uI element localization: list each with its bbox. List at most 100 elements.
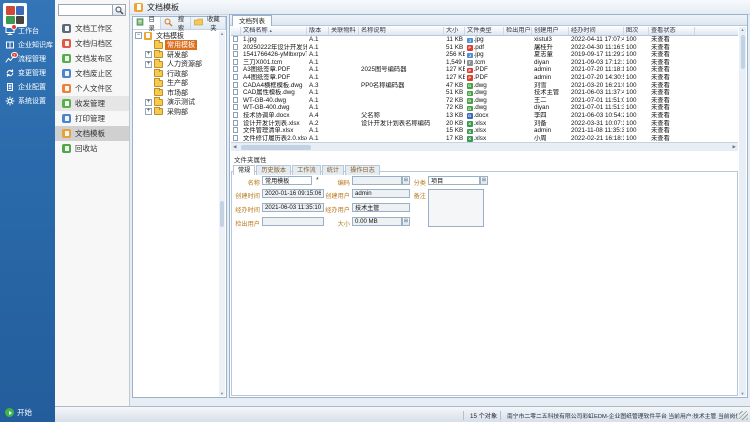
column-header[interactable]: 文档名称▲ — [241, 27, 307, 35]
file-row[interactable]: WT-GB-400.dwgA.172 KBD.dwgdiyan2021-07-0… — [231, 104, 738, 112]
tree-node[interactable]: +演示测试 — [135, 98, 218, 108]
tree-node[interactable]: +采购部 — [135, 107, 218, 117]
category-browse-button[interactable]: ⊞ — [480, 176, 488, 185]
created-time-field[interactable] — [262, 189, 324, 198]
sidebar-item-5[interactable]: 收发管理 — [55, 96, 129, 111]
sidebar-item-2[interactable]: 文档发布区 — [55, 51, 129, 66]
code-field[interactable] — [352, 176, 402, 185]
cell-version: A.1 — [307, 66, 329, 74]
sidebar-item-6[interactable]: 打印管理 — [55, 111, 129, 126]
scroll-left-icon[interactable]: ◀ — [233, 144, 236, 150]
scroll-right-icon[interactable]: ▶ — [733, 144, 736, 150]
properties-tab-1[interactable]: 历史版本 — [256, 165, 291, 175]
properties-tab-0[interactable]: 常规 — [233, 165, 255, 175]
file-row[interactable]: 文件修订履历表2.0.xlsxA.117 KBX.xlsx小周2022-02-2… — [231, 135, 738, 143]
scroll-thumb[interactable] — [220, 201, 224, 227]
cell-status: 未查看 — [649, 44, 695, 52]
column-header[interactable]: 创建用户 — [532, 27, 569, 35]
tree-node[interactable]: +行政部 — [135, 69, 218, 79]
column-header[interactable]: 文件类型 — [465, 27, 504, 35]
file-row[interactable]: 技术协调单.docxA.4父名称13 KBD.docx李四2021-06-03 … — [231, 112, 738, 120]
panel-scrollbar[interactable]: ▲ ▼ — [739, 27, 746, 396]
sidebar-search — [58, 4, 126, 16]
search-input[interactable] — [58, 4, 113, 16]
sidebar-item-3[interactable]: 文档废止区 — [55, 66, 129, 81]
nav-item-settings[interactable]: 系统设置 — [0, 94, 55, 108]
file-row[interactable]: 1.jpgA.111 KBJ.jpgxistul32022-04-11 17:0… — [231, 36, 738, 44]
scroll-thumb[interactable] — [241, 145, 311, 150]
cell-desc — [359, 104, 444, 112]
expand-icon[interactable]: + — [145, 61, 152, 68]
sidebar-item-1[interactable]: 文档归档区 — [55, 36, 129, 51]
search-button[interactable] — [113, 4, 126, 16]
cell-checkout — [504, 44, 532, 52]
start-button[interactable]: 开始 — [5, 407, 32, 418]
handle-user-field[interactable] — [352, 203, 410, 212]
file-row[interactable]: 设计开发计划表.xlsxA.2设计开发计划表名称编码20 KBX.xlsx刘备2… — [231, 120, 738, 128]
scroll-down-icon[interactable]: ▼ — [220, 391, 224, 396]
sidebar-item-4[interactable]: 个人文件区 — [55, 81, 129, 96]
file-row[interactable]: CAD属性模板.dwgA.151 KBD.dwg技术主管2021-06-03 1… — [231, 89, 738, 97]
cell-filler — [695, 44, 738, 52]
column-header[interactable]: 关联物料 — [329, 27, 359, 35]
properties-tab-3[interactable]: 统计 — [322, 165, 344, 175]
file-row[interactable]: A3图纸签章.PDFA.12025图号编码器127 KBP.PDFadmin20… — [231, 66, 738, 74]
nav-item-workbench[interactable]: 工作台 — [0, 24, 55, 38]
tree-node[interactable]: +常用模板 — [135, 41, 218, 51]
category-field[interactable] — [428, 176, 480, 185]
nav-item-label: 工作台 — [18, 26, 39, 36]
file-row[interactable]: 文件管理清单.xlsxA.115 KBX.xlsxadmin2021-11-08… — [231, 127, 738, 135]
column-header[interactable]: 经办时间 — [569, 27, 624, 35]
tree-node[interactable]: +生产部 — [135, 79, 218, 89]
column-header[interactable]: 查看状态 — [649, 27, 695, 35]
sidebar-item-0[interactable]: 文档工作区 — [55, 21, 129, 36]
column-header[interactable]: 图次 — [624, 27, 649, 35]
column-header[interactable]: 大小 — [444, 27, 465, 35]
file-row[interactable]: WT-GB-40.dwgA.172 KBD.dwg王二2021-07-01 11… — [231, 97, 738, 105]
scroll-thumb[interactable] — [741, 35, 745, 69]
expand-icon[interactable]: + — [145, 51, 152, 58]
file-row[interactable]: 1541766426-yMlbxrpvTF.jpgA.1256 KBJ.jpg夏… — [231, 51, 738, 59]
sidebar-item-8[interactable]: 回收站 — [55, 141, 129, 156]
column-header[interactable]: 检出用户 — [504, 27, 532, 35]
file-row[interactable]: 20250222年设计开发计划表_...A.151 KBP.pdf屠桂升2022… — [231, 44, 738, 52]
file-row[interactable]: A4图纸签章.PDFA.1127 KBP.PDFadmin2021-07-20 … — [231, 74, 738, 82]
size-browse-button[interactable]: ⊞ — [402, 217, 410, 226]
properties-tab-2[interactable]: 工作流 — [292, 165, 321, 175]
tree-toolbar-2[interactable]: 收藏夹 — [191, 17, 226, 29]
scroll-up-icon[interactable]: ▲ — [741, 27, 745, 32]
created-user-field[interactable] — [352, 189, 410, 198]
nav-item-process[interactable]: 流程管理2 — [0, 52, 55, 66]
tree-root[interactable]: −文档模板 — [135, 31, 218, 41]
scroll-down-icon[interactable]: ▼ — [741, 391, 745, 396]
size-field[interactable] — [352, 217, 402, 226]
scroll-up-icon[interactable]: ▲ — [220, 31, 224, 36]
tree-scrollbar[interactable]: ▲ ▼ — [219, 31, 225, 396]
tree-node[interactable]: +人力资源部 — [135, 60, 218, 70]
nav-item-config[interactable]: 企业配置 — [0, 80, 55, 94]
tree-node[interactable]: +市场部 — [135, 88, 218, 98]
cell-desc — [359, 51, 444, 59]
checkout-user-field[interactable] — [262, 217, 324, 226]
file-table-hscrollbar[interactable]: ◀ ▶ — [231, 143, 738, 151]
sidebar-item-7[interactable]: 文档模板 — [55, 126, 129, 141]
name-field[interactable] — [262, 176, 312, 185]
column-header[interactable]: 版本 — [307, 27, 329, 35]
expand-icon[interactable]: + — [145, 99, 152, 106]
tab-file-list[interactable]: 文档列表 — [232, 15, 272, 26]
file-row[interactable]: CADA4横框模板.dwgA.3PP0名称编码器47 KBD.dwg刘雪2021… — [231, 82, 738, 90]
file-row[interactable]: 三刀X001.tcmA.11,549 KBT.tcmdiyan2021-09-0… — [231, 59, 738, 67]
nav-item-knowledge[interactable]: 企业知识库 — [0, 38, 55, 52]
properties-tab-4[interactable]: 操作日志 — [345, 165, 380, 175]
tree-toolbar-0[interactable]: 目录 — [133, 17, 161, 29]
resize-grip[interactable] — [739, 411, 748, 420]
file-type-icon: D — [467, 106, 473, 112]
tree-toolbar-1[interactable]: 搜索 — [161, 17, 190, 29]
tree-node[interactable]: +研发部 — [135, 50, 218, 60]
column-header[interactable]: 名称说明 — [359, 27, 444, 35]
handle-time-field[interactable] — [262, 203, 324, 212]
collapse-icon[interactable]: − — [135, 32, 142, 39]
expand-icon[interactable]: + — [145, 108, 152, 115]
nav-item-change[interactable]: 变更管理 — [0, 66, 55, 80]
note-field[interactable] — [428, 189, 484, 227]
